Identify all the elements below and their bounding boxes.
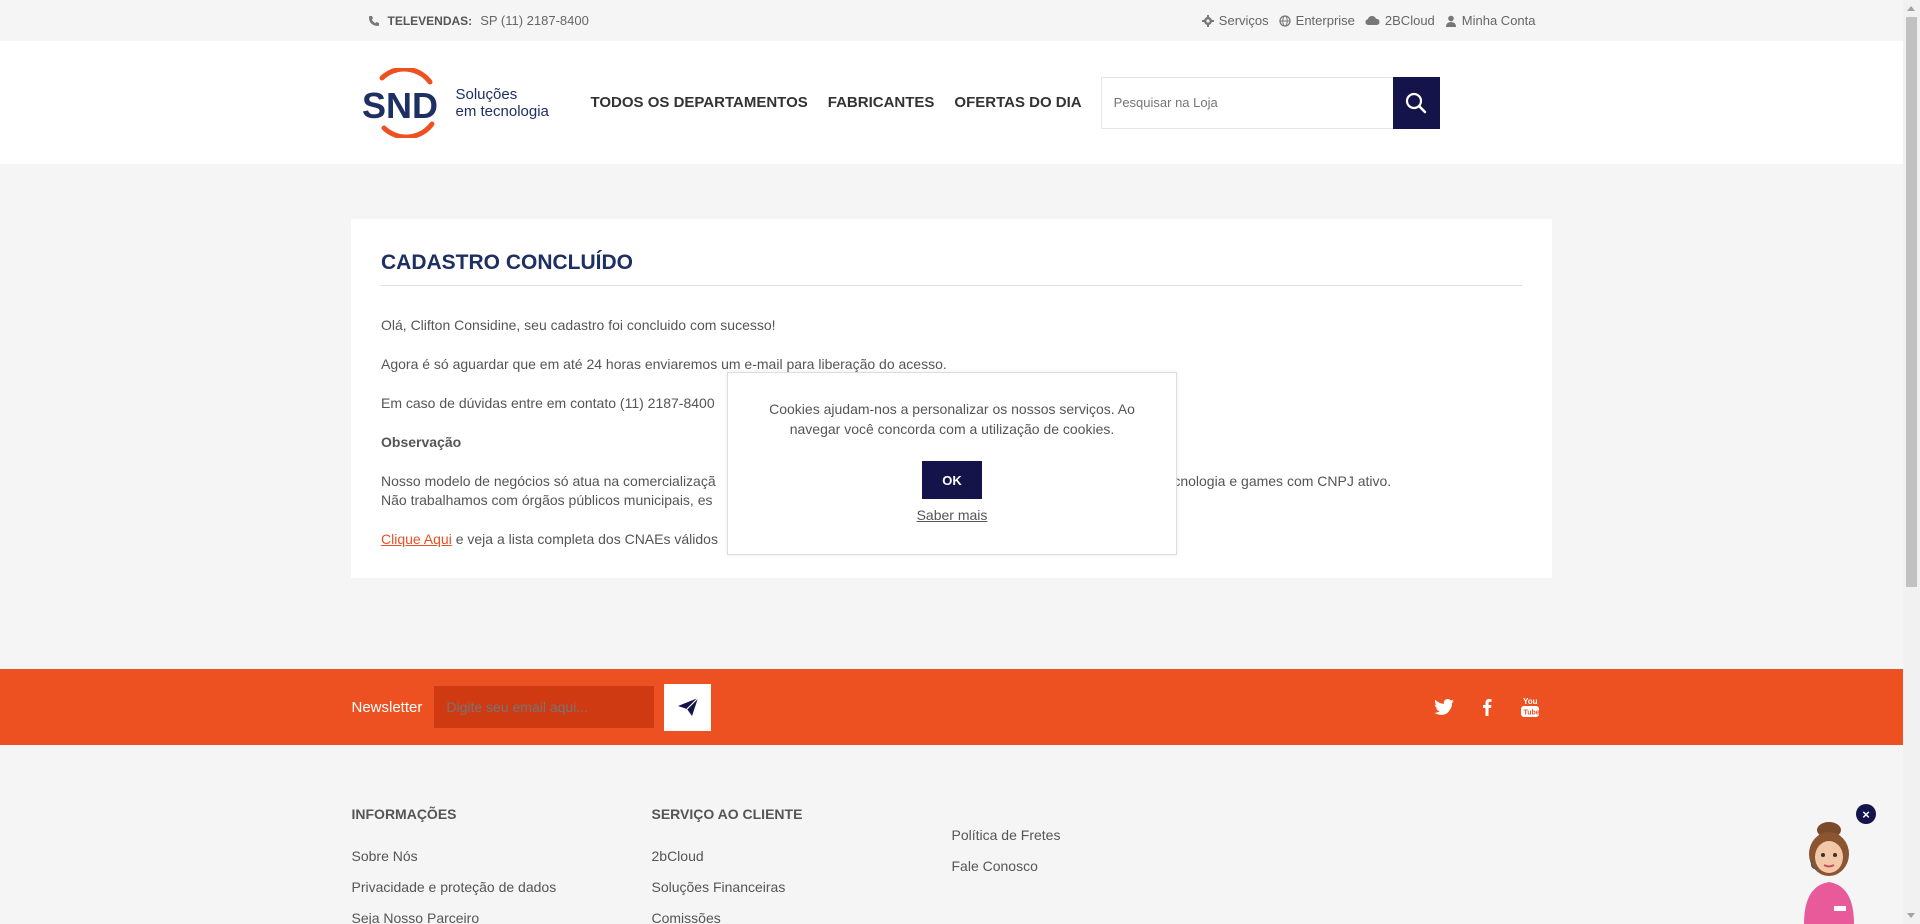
footer-link-fale-conosco[interactable]: Fale Conosco — [952, 857, 1252, 876]
link-servicos-label: Serviços — [1218, 13, 1269, 28]
televendas: TELEVENDAS: SP (11) 2187-8400 — [368, 13, 589, 28]
clique-aqui-link[interactable]: Clique Aqui — [381, 531, 452, 547]
link-enterprise-label: Enterprise — [1295, 13, 1355, 28]
footer-title-informacoes: INFORMAÇÕES — [351, 806, 457, 822]
newsletter-label: Newsletter — [351, 698, 423, 716]
scroll-down-arrow[interactable] — [1907, 913, 1915, 918]
newsletter-email-input[interactable] — [434, 686, 655, 728]
nav-ofertas-do-dia[interactable]: OFERTAS DO DIA — [954, 94, 1081, 111]
assistant-avatar-icon — [1804, 822, 1854, 924]
newsletter-band: Newsletter You Tube — [0, 669, 1903, 745]
search-input[interactable] — [1100, 76, 1393, 129]
search-box — [1100, 76, 1440, 129]
nav-todos-departamentos[interactable]: TODOS OS DEPARTAMENTOS — [591, 94, 808, 111]
search-icon — [1406, 92, 1427, 113]
phone-value: SP (11) 2187-8400 — [480, 13, 589, 28]
top-bar: TELEVENDAS: SP (11) 2187-8400 Serviços E… — [0, 0, 1903, 41]
link-servicos[interactable]: Serviços — [1201, 13, 1269, 28]
business-model-text-b: tecnologia e games com CNPJ ativo. — [1161, 473, 1392, 489]
success-message: Olá, Clifton Considine, seu cadastro foi… — [381, 317, 776, 333]
svg-text:You: You — [1523, 697, 1538, 706]
footer: INFORMAÇÕES Sobre Nós Privacidade e prot… — [0, 745, 1903, 924]
business-model-text-a: Nosso modelo de negócios só atua na come… — [381, 473, 716, 489]
footer-link-comissoes[interactable]: Comissões — [652, 909, 952, 924]
footer-link-solucoes-financeiras[interactable]: Soluções Financeiras — [652, 878, 952, 897]
globe-icon — [1279, 14, 1291, 27]
youtube-icon[interactable]: You Tube — [1520, 696, 1540, 718]
gear-icon — [1201, 14, 1214, 27]
user-icon — [1445, 15, 1456, 27]
footer-link-2bcloud[interactable]: 2bCloud — [652, 847, 952, 866]
logo-tagline: Soluções em tecnologia — [456, 86, 549, 120]
link-2bcloud[interactable]: 2BCloud — [1365, 13, 1435, 28]
link-minha-conta[interactable]: Minha Conta — [1445, 13, 1536, 28]
social-links: You Tube — [1433, 696, 1540, 718]
footer-link-privacidade[interactable]: Privacidade e proteção de dados — [352, 878, 652, 897]
snd-logo-mark: SND — [362, 67, 438, 138]
newsletter-send-button[interactable] — [664, 683, 712, 731]
nav-fabricantes[interactable]: FABRICANTES — [828, 94, 935, 111]
cookie-ok-button[interactable]: OK — [922, 461, 982, 499]
search-button[interactable] — [1392, 76, 1440, 129]
paper-plane-icon — [677, 697, 699, 716]
cookie-dialog: Cookies ajudam-nos a personalizar os nos… — [727, 372, 1177, 555]
footer-title-servico-cliente: SERVIÇO AO CLIENTE — [651, 806, 803, 822]
link-2bcloud-label: 2BCloud — [1384, 13, 1435, 28]
page-title: CADASTRO CONCLUÍDO — [381, 251, 1522, 286]
footer-col-informacoes: INFORMAÇÕES Sobre Nós Privacidade e prot… — [352, 806, 652, 924]
cookie-message: Cookies ajudam-nos a personalizar os nos… — [769, 401, 1135, 437]
twitter-icon[interactable] — [1433, 696, 1454, 718]
scrollbar-thumb[interactable] — [1906, 17, 1917, 587]
footer-col-3: Política de Fretes Fale Conosco — [952, 806, 1252, 924]
cloud-icon — [1365, 16, 1380, 25]
scrollbar[interactable] — [1903, 0, 1920, 924]
phone-icon — [368, 15, 379, 26]
logo-text: SND — [362, 85, 438, 126]
main-nav: TODOS OS DEPARTAMENTOS FABRICANTES OFERT… — [591, 94, 1082, 111]
facebook-icon[interactable] — [1482, 696, 1492, 718]
phone-label: TELEVENDAS: — [387, 13, 473, 28]
scroll-up-arrow[interactable] — [1907, 6, 1915, 11]
logo-tag-line1: Soluções — [455, 85, 518, 103]
public-organs-text: Não trabalhamos com órgãos públicos muni… — [381, 492, 713, 508]
top-links: Serviços Enterprise 2BCloud Minha Conta — [1201, 13, 1536, 28]
link-enterprise[interactable]: Enterprise — [1279, 13, 1355, 28]
page: TELEVENDAS: SP (11) 2187-8400 Serviços E… — [0, 0, 1903, 924]
header: SND Soluções em tecnologia TODOS OS DEPA… — [0, 41, 1903, 164]
footer-link-politica-fretes[interactable]: Política de Fretes — [952, 826, 1252, 845]
footer-link-seja-parceiro[interactable]: Seja Nosso Parceiro — [352, 909, 652, 924]
logo-tag-line2: em tecnologia — [455, 102, 549, 120]
footer-col-servico-cliente: SERVIÇO AO CLIENTE 2bCloud Soluções Fina… — [652, 806, 952, 924]
cnae-text-rest: e veja a lista completa dos CNAEs válido… — [451, 531, 718, 547]
link-minha-conta-label: Minha Conta — [1461, 13, 1536, 28]
footer-link-sobre-nos[interactable]: Sobre Nós — [352, 847, 652, 866]
chat-assistant-avatar[interactable] — [1796, 820, 1862, 924]
cookie-saber-mais-link[interactable]: Saber mais — [758, 507, 1146, 523]
svg-text:Tube: Tube — [1523, 710, 1539, 717]
logo[interactable]: SND Soluções em tecnologia — [360, 67, 600, 138]
